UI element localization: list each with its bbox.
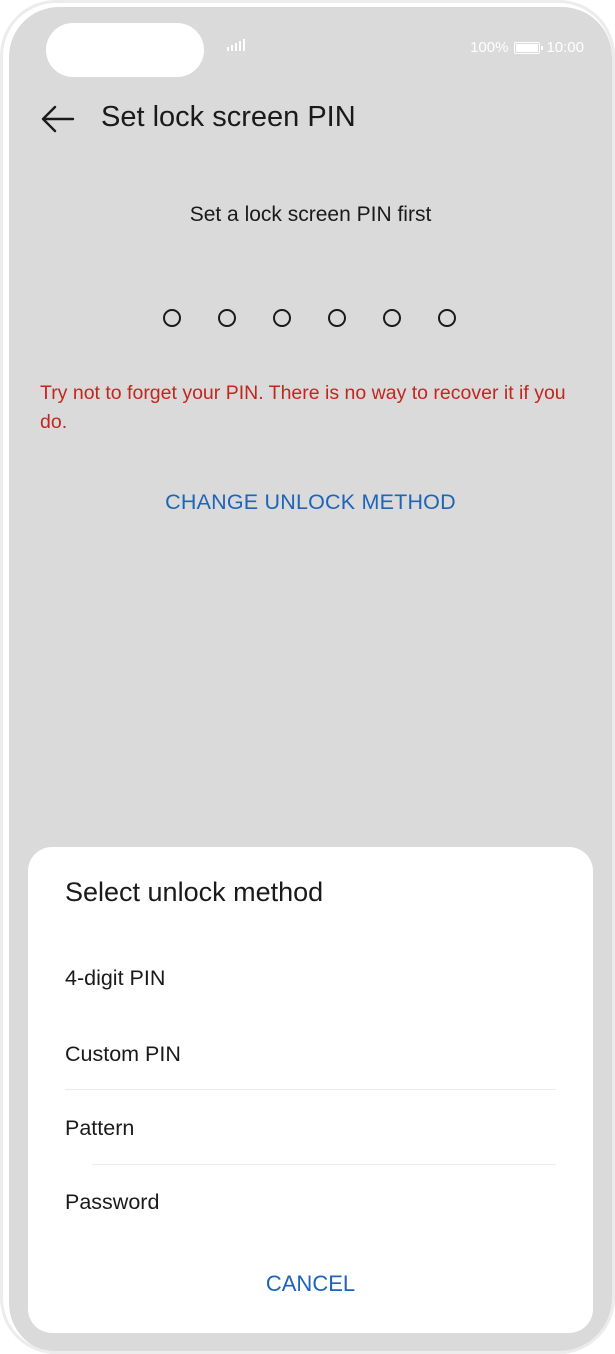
pin-dot xyxy=(218,309,236,327)
pin-dot xyxy=(383,309,401,327)
sheet-title: Select unlock method xyxy=(65,877,324,907)
screen: 100% 10:00 Set lock screen PIN Set a loc… xyxy=(9,7,612,1351)
pin-dot xyxy=(438,309,456,327)
option-divider xyxy=(92,1164,556,1165)
page-title: Set lock screen PIN xyxy=(101,101,356,133)
pin-dot xyxy=(273,309,291,327)
option-custom-pin[interactable]: Custom PIN xyxy=(65,1029,556,1079)
pin-dot xyxy=(328,309,346,327)
option-pattern[interactable]: Pattern xyxy=(65,1103,556,1153)
unlock-method-sheet: Select unlock method 4-digit PIN Custom … xyxy=(28,847,593,1333)
pin-dot xyxy=(163,309,181,327)
option-divider xyxy=(65,1089,556,1090)
option-password[interactable]: Password xyxy=(65,1177,556,1227)
pin-prompt: Set a lock screen PIN first xyxy=(189,203,432,226)
battery-percentage: 100% xyxy=(470,39,509,56)
battery-tip xyxy=(541,45,544,50)
app-header: Set lock screen PIN xyxy=(9,87,612,151)
back-button[interactable] xyxy=(37,101,77,137)
status-bar-right: 100% 10:00 xyxy=(470,39,584,56)
pin-warning: Try not to forget your PIN. There is no … xyxy=(40,382,566,433)
option-4-digit-pin[interactable]: 4-digit PIN xyxy=(65,953,556,1003)
cancel-button[interactable]: CANCEL xyxy=(28,1271,593,1297)
battery-level-fill xyxy=(516,43,539,52)
phone-frame: 100% 10:00 Set lock screen PIN Set a loc… xyxy=(0,0,615,1354)
signal-icon xyxy=(227,39,245,51)
status-time: 10:00 xyxy=(546,39,584,56)
camera-cutout xyxy=(46,23,204,77)
pin-entry-dots[interactable] xyxy=(163,309,456,327)
arrow-left-icon xyxy=(41,105,75,133)
change-unlock-method-button[interactable]: CHANGE UNLOCK METHOD xyxy=(9,490,612,515)
battery-icon xyxy=(514,41,544,54)
